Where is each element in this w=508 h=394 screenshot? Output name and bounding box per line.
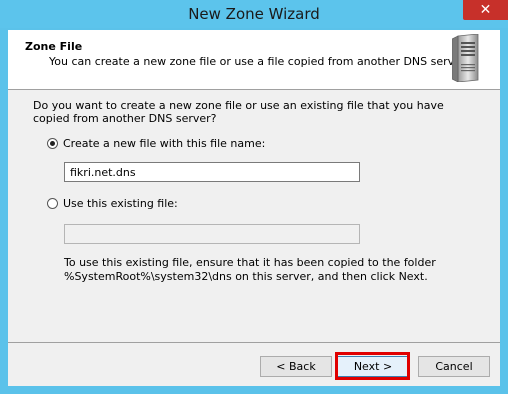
existing-file-label: Use this existing file: bbox=[63, 197, 178, 210]
create-file-option[interactable]: Create a new file with this file name: bbox=[47, 137, 265, 150]
server-icon bbox=[452, 34, 479, 82]
next-button-highlight bbox=[335, 352, 410, 380]
back-button[interactable]: < Back bbox=[260, 356, 332, 377]
create-file-radio[interactable] bbox=[47, 138, 58, 149]
wizard-window: New Zone Wizard ✕ Zone File You can crea… bbox=[0, 0, 508, 394]
existing-file-option[interactable]: Use this existing file: bbox=[47, 197, 178, 210]
page-title: Zone File bbox=[25, 40, 83, 53]
create-file-label: Create a new file with this file name: bbox=[63, 137, 266, 150]
cancel-button[interactable]: Cancel bbox=[418, 356, 490, 377]
wizard-client: Zone File You can create a new zone file… bbox=[8, 30, 500, 386]
new-file-name-input[interactable] bbox=[64, 162, 360, 182]
close-button[interactable]: ✕ bbox=[463, 0, 508, 20]
close-icon: ✕ bbox=[479, 2, 492, 18]
wizard-header: Zone File You can create a new zone file… bbox=[8, 30, 500, 90]
existing-file-note: To use this existing file, ensure that i… bbox=[64, 256, 436, 283]
existing-file-input bbox=[64, 224, 360, 244]
question-text: Do you want to create a new zone file or… bbox=[33, 99, 444, 125]
existing-file-radio[interactable] bbox=[47, 198, 58, 209]
window-title: New Zone Wizard bbox=[188, 5, 320, 23]
page-subtitle: You can create a new zone file or use a … bbox=[49, 55, 468, 68]
footer-divider bbox=[8, 342, 500, 343]
title-bar[interactable]: New Zone Wizard ✕ bbox=[0, 0, 508, 28]
